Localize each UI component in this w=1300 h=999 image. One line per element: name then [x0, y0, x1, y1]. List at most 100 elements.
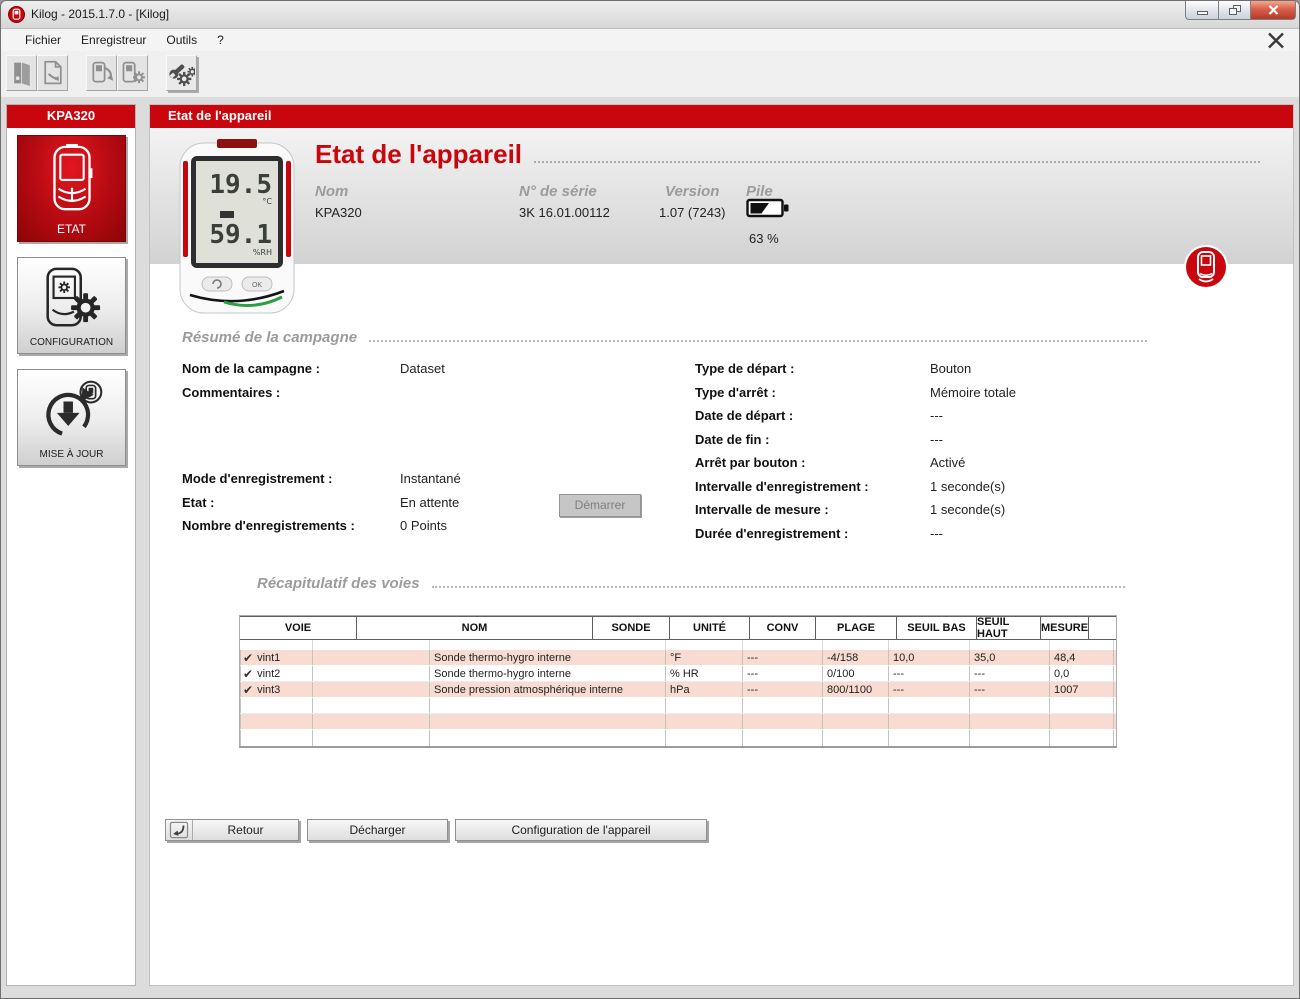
channels-title-row: Récapitulatif des voies [257, 575, 1125, 592]
channel-cell-mesure [1050, 714, 1114, 729]
table-spacer-row [240, 640, 1116, 650]
channel-cell-nom [313, 682, 430, 697]
channel-cell-conv [743, 730, 823, 746]
battery-percentage: 63 % [749, 231, 779, 246]
device-configuration-button[interactable]: Configuration de l'appareil [455, 819, 707, 841]
channel-row[interactable]: ✔vint1 Sonde thermo-hygro interne °F ---… [240, 650, 1116, 666]
channel-row[interactable]: ✔vint2 Sonde thermo-hygro interne % HR -… [240, 666, 1116, 682]
minimize-button[interactable] [1185, 1, 1218, 20]
channel-cell-plage [823, 698, 889, 713]
device-connected-badge [1183, 244, 1229, 290]
channel-cell-plage: -4/158 [823, 650, 889, 665]
open-campaign-button[interactable] [6, 55, 37, 91]
campaign-fields-left-top: Nom de la campagne : Dataset Commentaire… [182, 357, 445, 404]
channel-cell-seuil-haut: --- [970, 682, 1050, 697]
restore-button[interactable] [1218, 1, 1251, 20]
column-header: MESURE [1041, 617, 1089, 639]
channel-cell-voie [240, 730, 313, 746]
channel-name: vint3 [257, 684, 280, 696]
field-label: Intervalle d'enregistrement : [695, 479, 930, 494]
field-value: En attente [400, 495, 459, 510]
field-row: Durée d'enregistrement : --- [695, 522, 1016, 546]
sidebar-item-configuration[interactable]: CONFIGURATION [17, 257, 126, 354]
channels-title: Récapitulatif des voies [257, 575, 420, 592]
serial-number-label: N° de série [519, 183, 597, 200]
channel-cell-unite: hPa [666, 682, 743, 697]
field-value: Bouton [930, 361, 971, 376]
menu-item[interactable]: Fichier [15, 30, 71, 50]
menu-item[interactable]: ? [207, 30, 234, 50]
channel-cell-sonde [430, 730, 666, 746]
channel-cell-conv [743, 714, 823, 729]
page-title: Etat de l'appareil [315, 139, 522, 170]
logbook-icon [9, 59, 35, 87]
channel-name: vint2 [257, 668, 280, 680]
field-row: Mode d'enregistrement : Instantané [182, 467, 461, 491]
app-logo-icon[interactable] [8, 6, 25, 23]
configure-device-button[interactable] [117, 55, 148, 91]
channel-cell-conv: --- [743, 666, 823, 681]
channel-cell-conv: --- [743, 650, 823, 665]
menu-item[interactable]: Enregistreur [71, 30, 156, 50]
channel-cell-seuil-bas: --- [889, 682, 970, 697]
field-value: Dataset [400, 361, 445, 376]
channel-cell-seuil-bas: --- [889, 666, 970, 681]
channels-table: VOIE NOM SONDE UNITÉ CONV PLAGE SEUIL BA… [239, 615, 1117, 748]
channel-row[interactable] [240, 698, 1116, 714]
channel-cell-mesure: 1007 [1050, 682, 1114, 697]
version-value: 1.07 (7243) [659, 205, 726, 220]
channel-cell-plage: 800/1100 [823, 682, 889, 697]
dotted-leader [432, 586, 1125, 588]
column-header: VOIE [240, 617, 357, 639]
channel-enabled-check-icon: ✔ [243, 652, 253, 664]
export-report-button[interactable] [37, 55, 68, 91]
channel-cell-seuil-haut [970, 730, 1050, 746]
channel-cell-unite [666, 714, 743, 729]
field-row: Etat : En attente [182, 491, 461, 515]
back-button[interactable]: Retour [165, 819, 299, 841]
report-page-icon [40, 59, 66, 87]
device-name-value: KPA320 [315, 205, 362, 220]
field-label: Intervalle de mesure : [695, 502, 930, 517]
channel-enabled-check-icon: ✔ [243, 668, 253, 680]
campaign-summary-title: Résumé de la campagne [182, 329, 357, 346]
sidebar-item-mise-a-jour-label: MISE À JOUR [40, 449, 104, 460]
field-value: --- [930, 408, 943, 423]
sidebar-item-etat[interactable]: ETAT [17, 135, 126, 242]
toolbar-group-device [86, 55, 148, 91]
column-header: SEUIL HAUT [977, 617, 1041, 639]
sidebar-item-mise-a-jour[interactable]: MISE À JOUR [17, 369, 126, 466]
menu-item[interactable]: Outils [156, 30, 207, 50]
field-row: Nombre d'enregistrements : 0 Points [182, 514, 461, 538]
mdi-close-button[interactable] [1265, 30, 1287, 50]
channel-cell-seuil-bas: 10,0 [889, 650, 970, 665]
field-value: 1 seconde(s) [930, 479, 1005, 494]
campaign-fields-right: Type de départ : Bouton Type d'arrêt : M… [695, 357, 1016, 545]
channel-cell-conv: --- [743, 682, 823, 697]
download-device-button[interactable] [86, 55, 117, 91]
channel-row[interactable] [240, 730, 1116, 746]
channel-cell-mesure: 48,4 [1050, 650, 1114, 665]
channel-cell-seuil-haut: --- [970, 666, 1050, 681]
channels-table-header: VOIE NOM SONDE UNITÉ CONV PLAGE SEUIL BA… [240, 616, 1116, 640]
field-row: Commentaires : [182, 381, 445, 405]
channel-cell-unite [666, 730, 743, 746]
channel-row[interactable] [240, 714, 1116, 730]
campaign-fields-left-bottom: Mode d'enregistrement : Instantané Etat … [182, 467, 461, 538]
window-title: Kilog - 2015.1.7.0 - [Kilog] [31, 7, 169, 21]
channel-cell-mesure [1050, 698, 1114, 713]
column-header: CONV [750, 617, 816, 639]
window-titlebar[interactable]: Kilog - 2015.1.7.0 - [Kilog] [1, 1, 1299, 29]
tools-button[interactable] [166, 55, 197, 91]
serial-number-value: 3K 16.01.00112 [519, 205, 610, 220]
close-button[interactable] [1251, 1, 1296, 20]
column-header: NOM [357, 617, 593, 639]
download-button[interactable]: Décharger [307, 819, 448, 841]
close-icon [1268, 5, 1279, 15]
channel-cell-nom [313, 714, 430, 729]
channel-cell-mesure [1050, 730, 1114, 746]
page-title-row: Etat de l'appareil [315, 139, 1260, 170]
sidebar-item-etat-label: ETAT [57, 222, 86, 236]
start-recording-button[interactable]: Démarrer [559, 494, 641, 517]
channel-row[interactable]: ✔vint3 Sonde pression atmosphérique inte… [240, 682, 1116, 698]
